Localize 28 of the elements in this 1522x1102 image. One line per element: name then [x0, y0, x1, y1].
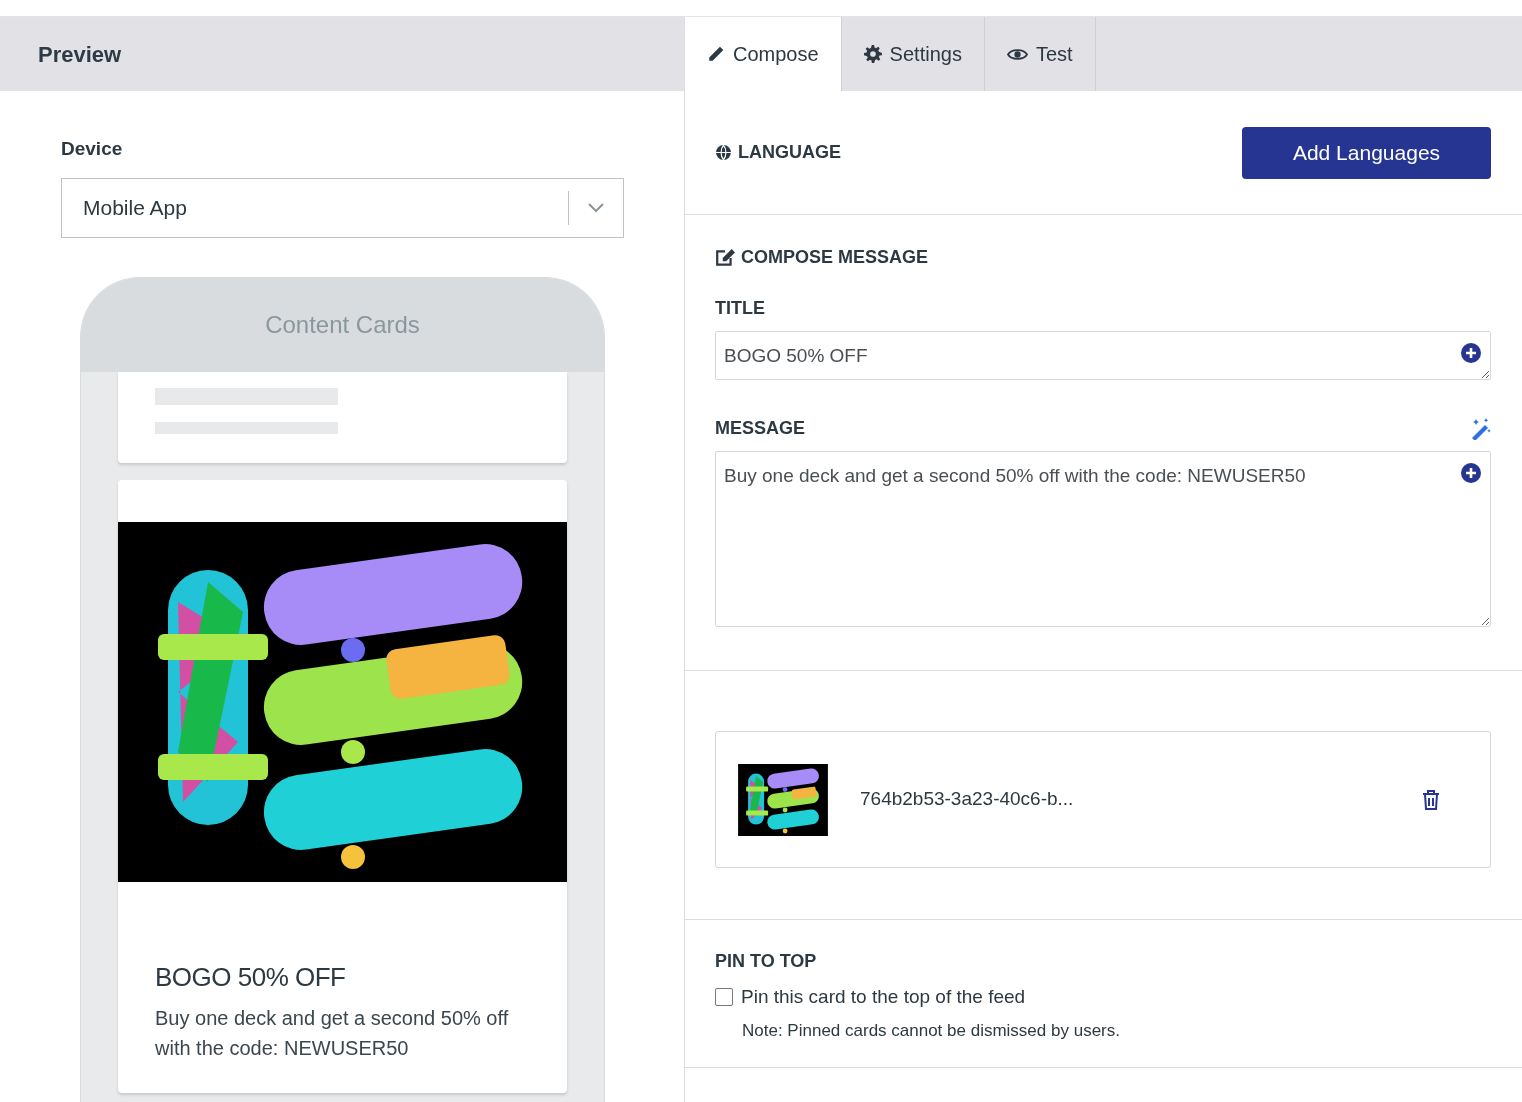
file-name: 764b2b53-3a23-40c6-b... — [860, 787, 1074, 812]
pencil-icon — [707, 45, 725, 63]
text-field[interactable]: Buy one deck and get a second 50% off with the code: NEWUSER50 — [715, 451, 1491, 627]
trash-icon[interactable] — [1422, 789, 1440, 810]
checkbox[interactable] — [715, 988, 733, 1007]
phone-header-title: Content Cards — [265, 309, 420, 340]
add-icon[interactable] — [1461, 343, 1481, 363]
panel-title: Preview — [38, 40, 122, 69]
gear-icon — [863, 45, 882, 63]
chevron-icon — [588, 202, 604, 213]
note-text: Note: Pinned cards cannot be dismissed by users. — [742, 1019, 1121, 1042]
add-languages-button[interactable]: Add Languages — [1242, 126, 1491, 179]
tab[interactable]: Compose — [685, 17, 842, 91]
card-title: BOGO 50% OFF — [155, 960, 347, 994]
field-label: Device — [61, 137, 124, 161]
field-label: TITLE — [715, 297, 765, 320]
section-heading: LANGUAGE — [738, 141, 841, 164]
globe-icon — [715, 144, 732, 161]
text-field[interactable]: BOGO 50% OFF — [715, 331, 1491, 380]
edit-icon — [715, 248, 735, 267]
add-icon[interactable] — [1461, 463, 1481, 483]
device-dropdown[interactable]: Mobile App — [61, 177, 624, 238]
section-heading: PIN TO TOP — [715, 950, 818, 973]
card-description: Buy one deck and get a second 50% off with the code: NEWUSER50 — [155, 1005, 510, 1061]
field-label: MESSAGE — [715, 417, 806, 440]
section-heading: COMPOSE MESSAGE — [741, 246, 929, 269]
eye-icon — [1006, 46, 1028, 62]
checkbox-label: Pin this card to the top of the feed — [741, 985, 1026, 1009]
